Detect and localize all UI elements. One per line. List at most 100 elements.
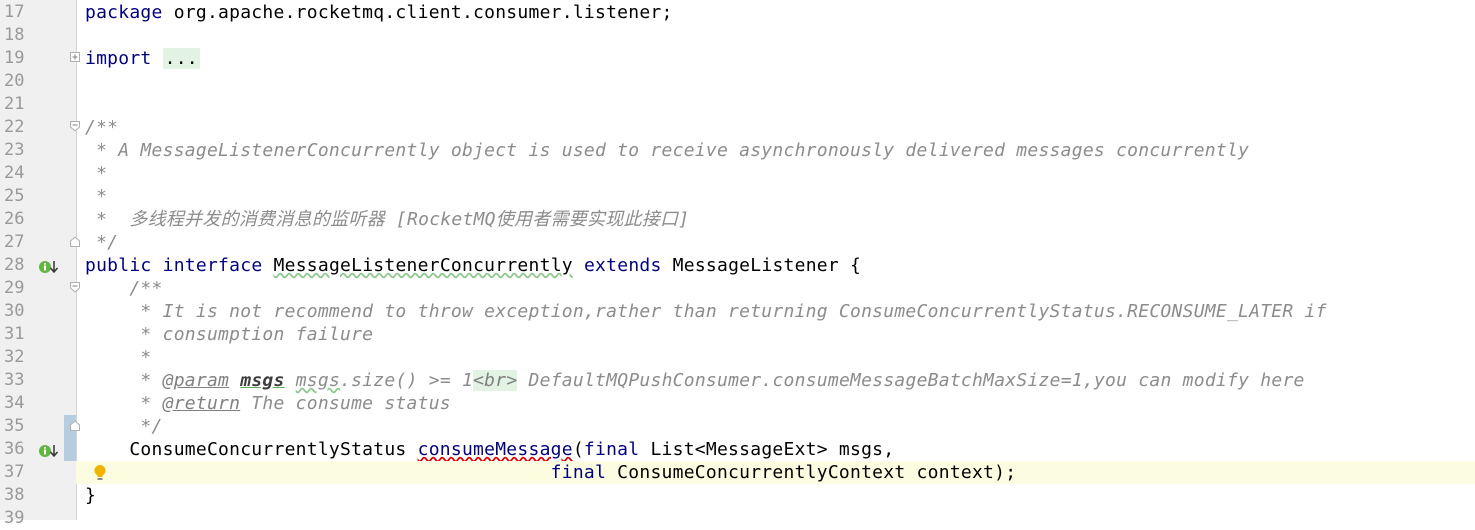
gutter-cell[interactable]: 19 [0,47,76,70]
code-token: * A MessageListenerConcurrently object i… [85,140,1250,161]
code-line[interactable]: 20 [0,70,1475,93]
code-line[interactable]: 36 ConsumeConcurrentlyStatus consumeMess… [0,438,1475,461]
gutter-cell[interactable]: 29 [0,277,76,300]
code-text[interactable]: import ... [85,47,200,70]
gutter-cell[interactable]: 20 [0,70,76,93]
gutter-cell[interactable]: 38 [0,484,76,507]
code-token: } [85,485,97,506]
line-number: 34 [4,393,25,413]
line-number: 17 [4,2,25,22]
code-line[interactable]: 32 * [0,346,1475,369]
gutter-cell[interactable]: 17 [0,1,76,24]
code-line[interactable]: 30 * It is not recommend to throw except… [0,300,1475,323]
code-line[interactable]: 25 * [0,185,1475,208]
code-line[interactable]: 38} [0,484,1475,507]
gutter-cell[interactable]: 26 [0,208,76,231]
gutter-cell[interactable]: 31 [0,323,76,346]
code-line[interactable]: 39 [0,507,1475,530]
code-token: MessageListener { [661,255,862,276]
gutter-cell[interactable]: 35 [0,415,76,438]
code-line[interactable]: 31 * consumption failure [0,323,1475,346]
code-text[interactable]: */ [85,415,163,438]
gutter-cell[interactable]: 21 [0,93,76,116]
code-line[interactable]: 27 */ [0,231,1475,254]
gutter-cell[interactable]: 39 [0,507,76,530]
gutter-cell[interactable]: 32 [0,346,76,369]
code-line[interactable]: 35 */ [0,415,1475,438]
fold-collapse-icon[interactable] [70,282,80,293]
code-line[interactable]: 33 * @param msgs msgs.size() >= 1<br> De… [0,369,1475,392]
gutter-cell[interactable]: 23 [0,139,76,162]
code-line[interactable]: 24 * [0,162,1475,185]
code-text[interactable]: /** [85,277,163,300]
gutter-cell[interactable]: 18 [0,24,76,47]
code-line[interactable]: 21 [0,93,1475,116]
fold-collapse-icon[interactable] [70,121,80,132]
code-text[interactable]: package org.apache.rocketmq.client.consu… [85,1,673,24]
line-number: 27 [4,232,25,252]
code-text[interactable]: ConsumeConcurrentlyStatus consumeMessage… [85,438,894,461]
code-text[interactable]: */ [85,231,118,254]
code-text[interactable]: } [85,484,96,507]
gutter-cell[interactable]: 24 [0,162,76,185]
code-text[interactable]: * @param msgs msgs.size() >= 1<br> Defau… [85,369,1305,392]
gutter-cell[interactable]: 28 [0,254,76,277]
gutter-cell[interactable]: 33 [0,369,76,392]
gutter-cell[interactable]: 25 [0,185,76,208]
gutter-cell[interactable]: 27 [0,231,76,254]
code-editor[interactable]: 17 package org.apache.rocketmq.client.con… [0,0,1475,528]
gutter-cell[interactable]: 37 [0,461,76,484]
line-number: 32 [4,347,25,367]
code-text[interactable]: * [85,162,107,185]
gutter-cell[interactable]: 30 [0,300,76,323]
code-text[interactable]: * [85,346,152,369]
code-line[interactable]: 18 [0,24,1475,47]
code-text[interactable]: * [85,185,107,208]
code-line[interactable]: 17 package org.apache.rocketmq.client.con… [0,1,1475,24]
implemented-icon[interactable] [38,442,60,458]
gutter-cell[interactable]: 36 [0,438,76,461]
code-token: * [85,163,108,184]
line-number: 26 [4,209,25,229]
code-line[interactable]: 23 * A MessageListenerConcurrently objec… [0,139,1475,162]
code-token: org.apache.rocketmq.client.consumer.list… [162,2,673,23]
code-text[interactable]: * It is not recommend to throw exception… [85,300,1327,323]
code-line[interactable]: 34 * @return The consume status [0,392,1475,415]
code-line[interactable]: 37 final ConsumeConcurrentlyContext cont… [0,461,1475,484]
code-text[interactable]: final ConsumeConcurrentlyContext context… [85,461,1016,484]
fold-end-icon[interactable] [70,420,80,431]
code-text[interactable]: * consumption failure [85,323,373,346]
code-token: * 多线程并发的消费消息的监听器 [RocketMQ使用者需要实现此接口] [85,209,690,230]
implemented-icon[interactable] [38,258,60,274]
code-line[interactable]: 29 /** [0,277,1475,300]
line-number: 24 [4,163,25,183]
code-text[interactable]: public interface MessageListenerConcurre… [85,254,861,277]
code-token: ConsumeConcurrentlyContext context); [606,462,1017,483]
line-number: 21 [4,94,25,114]
code-line[interactable]: 26 * 多线程并发的消费消息的监听器 [RocketMQ使用者需要实现此接口] [0,208,1475,231]
code-token: ( [572,439,584,460]
fold-end-icon[interactable] [70,236,80,247]
code-text[interactable]: * 多线程并发的消费消息的监听器 [RocketMQ使用者需要实现此接口] [85,208,689,231]
code-text[interactable]: * @return The consume status [85,392,451,415]
code-token: import [85,48,152,69]
code-line[interactable]: 22 /** [0,116,1475,139]
code-token: */ [85,232,119,253]
code-text[interactable]: /** [85,116,118,139]
code-token: extends [583,255,662,276]
code-token: @param [162,370,230,391]
code-text[interactable]: * A MessageListenerConcurrently object i… [85,139,1249,162]
gutter-cell[interactable]: 34 [0,392,76,415]
code-line[interactable]: 28 public interface MessageListenerConcur… [0,254,1475,277]
code-token: consumeMessage [417,439,573,460]
fold-expand-icon[interactable] [70,52,80,63]
line-number: 36 [4,439,25,459]
code-line[interactable]: 19 import ... [0,47,1475,70]
gutter-cell[interactable]: 22 [0,116,76,139]
